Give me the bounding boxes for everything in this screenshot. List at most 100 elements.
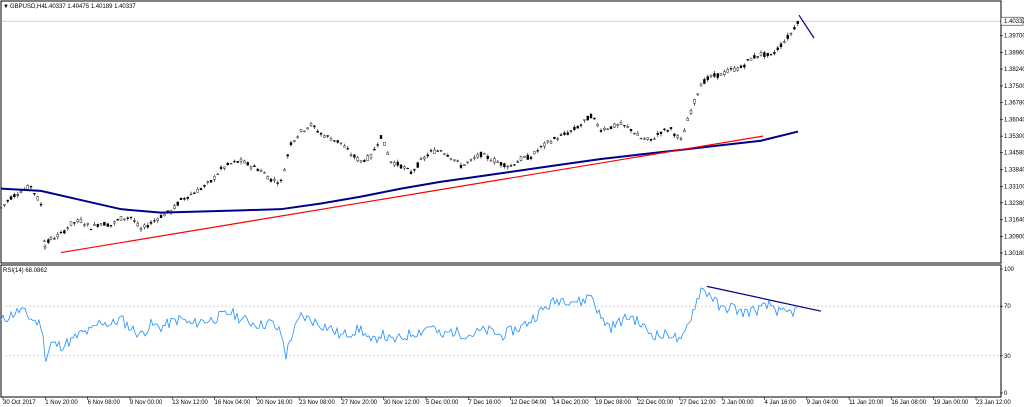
price-tick-label: 1.30900 — [1004, 235, 1024, 241]
candle-body — [529, 156, 533, 159]
price-tick-label: 1.33100 — [1004, 184, 1024, 190]
candle-body — [609, 126, 613, 130]
candle-body — [179, 197, 183, 200]
candle-body — [456, 160, 459, 162]
candle-body — [56, 234, 59, 238]
candle-body — [269, 178, 273, 182]
time-tick-label: 19 Dec 08:00 — [595, 400, 631, 406]
candle-body — [83, 224, 86, 226]
candle-body — [473, 157, 476, 159]
candle-body — [789, 33, 793, 35]
candle-body — [749, 57, 753, 61]
candle-body — [703, 79, 706, 84]
candle-body — [276, 182, 279, 184]
candle-body — [599, 130, 603, 132]
candle-body — [79, 218, 83, 223]
candle-body — [109, 225, 113, 227]
candle-body — [163, 214, 166, 217]
candle-body — [539, 145, 543, 148]
candle-body — [796, 21, 799, 24]
candle-body — [376, 144, 379, 146]
candle-body — [233, 160, 236, 163]
candle-body — [353, 154, 356, 158]
candle-body — [43, 240, 46, 242]
time-tick-label: 6 Nov 08:00 — [88, 400, 121, 406]
time-tick-label: 2 Jan 00:00 — [722, 400, 754, 406]
price-tick-label: 1.34580 — [1004, 151, 1024, 157]
chart-canvas[interactable]: ▼ GBPUSD,H4 1.40337 1.40475 1.40189 1.40… — [0, 0, 1024, 407]
candle-body — [506, 165, 509, 168]
candle-body — [209, 180, 213, 183]
candle-body — [469, 159, 473, 161]
candle-body — [39, 203, 43, 206]
candle-body — [93, 224, 96, 226]
candle-body — [333, 140, 336, 142]
rsi-tick-label: 100 — [1004, 267, 1015, 273]
candle-body — [423, 156, 426, 160]
candle-body — [243, 160, 246, 164]
candle-body — [616, 124, 619, 126]
candle-body — [583, 119, 586, 121]
candle-body — [19, 190, 23, 194]
candle-body — [776, 47, 779, 51]
trading-chart-window: ▼ GBPUSD,H4 1.40337 1.40475 1.40189 1.40… — [0, 0, 1024, 407]
candle-body — [219, 166, 223, 169]
candle-body — [299, 129, 303, 132]
candle-body — [116, 219, 120, 221]
candle-body — [763, 52, 766, 57]
price-tick-label: 1.40337 — [1004, 19, 1024, 25]
candle-body — [516, 161, 519, 163]
candle-body — [173, 205, 176, 209]
price-tick-label: 1.33840 — [1004, 167, 1024, 173]
candle-body — [426, 154, 429, 157]
candle-body — [229, 162, 233, 165]
candle-body — [339, 142, 343, 144]
candle-body — [639, 138, 643, 140]
candle-body — [99, 223, 103, 226]
time-tick-label: 27 Dec 12:00 — [680, 400, 716, 406]
candle-body — [343, 145, 346, 148]
candle-body — [176, 201, 180, 206]
price-tick-label: 1.38240 — [1004, 67, 1024, 73]
time-tick-label: 23 Nov 08:00 — [299, 400, 335, 406]
candle-body — [9, 196, 13, 200]
candle-body — [479, 151, 483, 158]
candle-body — [139, 228, 143, 230]
candle-body — [543, 142, 546, 147]
candle-body — [259, 170, 263, 172]
candle-body — [336, 140, 339, 143]
candle-body — [526, 154, 529, 160]
candle-body — [133, 220, 136, 222]
time-tick-label: 4 Jan 16:00 — [764, 400, 796, 406]
candle-body — [493, 158, 496, 163]
candle-body — [769, 54, 773, 56]
candle-body — [709, 74, 713, 77]
candle-body — [453, 159, 456, 161]
candle-body — [779, 43, 783, 48]
candle-body — [266, 176, 269, 180]
candle-body — [499, 162, 503, 166]
candle-body — [509, 165, 513, 167]
price-tick-label: 1.32380 — [1004, 201, 1024, 207]
candle-body — [106, 223, 110, 227]
candle-body — [663, 128, 666, 130]
rsi-panel[interactable] — [0, 264, 1002, 398]
time-tick-label: 11 Jan 20:00 — [849, 400, 884, 406]
candle-body — [89, 228, 93, 231]
candle-body — [303, 130, 306, 133]
candle-body — [566, 132, 569, 135]
candle-body — [759, 52, 763, 56]
candle-body — [613, 123, 616, 128]
candle-body — [483, 153, 486, 155]
time-tick-label: 7 Dec 16:00 — [468, 400, 501, 406]
dropdown-arrow-icon[interactable]: ▼ — [3, 4, 9, 10]
candle-body — [73, 222, 76, 224]
candle-body — [743, 64, 746, 68]
candle-body — [363, 160, 366, 162]
candle-body — [629, 128, 633, 131]
candle-body — [16, 194, 19, 196]
candle-body — [733, 67, 736, 72]
candle-body — [489, 160, 493, 162]
candle-body — [723, 71, 726, 75]
candle-body — [536, 150, 539, 152]
